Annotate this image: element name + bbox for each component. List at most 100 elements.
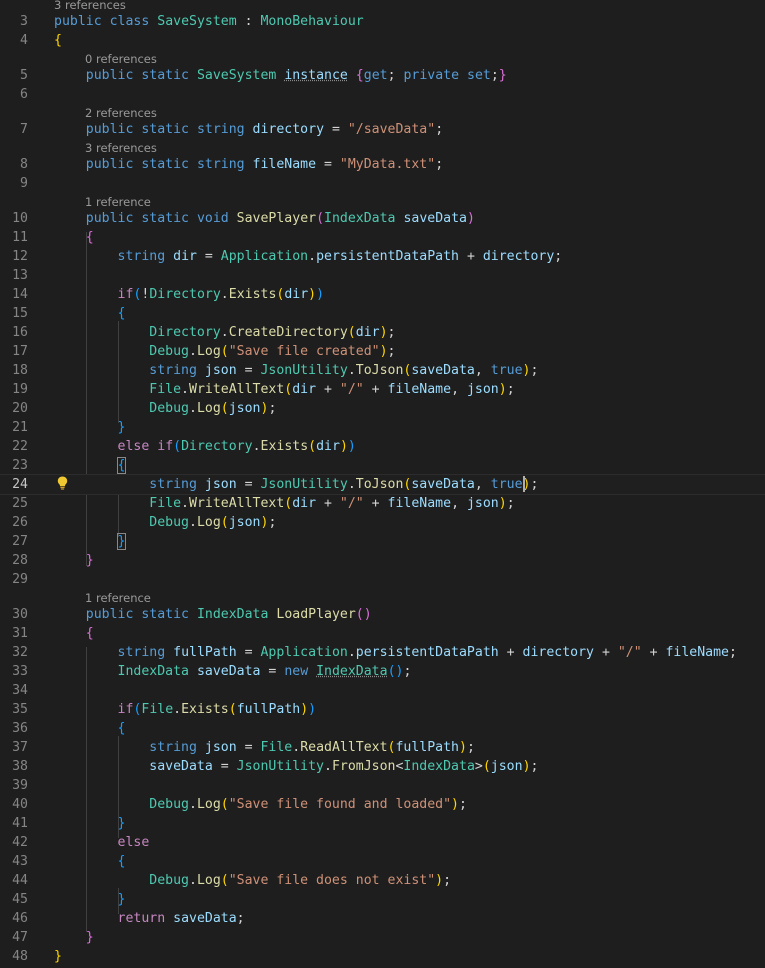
line-number[interactable]: 19 (0, 380, 28, 399)
line-number[interactable]: 45 (0, 890, 28, 909)
codelens-references[interactable]: 1 reference (0, 590, 765, 606)
code-line[interactable]: 14 if(!Directory.Exists(dir)) (0, 285, 765, 304)
code-line[interactable]: 40 Debug.Log("Save file found and loaded… (0, 795, 765, 814)
code-line[interactable]: 11 { (0, 228, 765, 247)
code-line[interactable]: 3 public class SaveSystem : MonoBehaviour (0, 12, 765, 31)
line-number[interactable]: 8 (0, 155, 28, 174)
code-line[interactable]: 33 IndexData saveData = new IndexData(); (0, 662, 765, 681)
line-number[interactable]: 47 (0, 928, 28, 947)
line-number[interactable]: 30 (0, 605, 28, 624)
line-number[interactable]: 33 (0, 662, 28, 681)
codelens-references[interactable]: 0 references (0, 51, 765, 67)
line-number[interactable]: 16 (0, 323, 28, 342)
code-line[interactable]: 16 Directory.CreateDirectory(dir); (0, 323, 765, 342)
line-number[interactable]: 11 (0, 228, 28, 247)
code-line[interactable]: 25 File.WriteAllText(dir + "/" + fileNam… (0, 494, 765, 513)
lightbulb-icon[interactable] (57, 476, 68, 490)
code-line[interactable]: 32 string fullPath = Application.persist… (0, 643, 765, 662)
line-number[interactable]: 7 (0, 120, 28, 139)
code-line[interactable]: 41 } (0, 814, 765, 833)
line-number[interactable]: 37 (0, 738, 28, 757)
line-number[interactable]: 28 (0, 551, 28, 570)
code-line[interactable]: 44 Debug.Log("Save file does not exist")… (0, 871, 765, 890)
codelens-references[interactable]: 3 references (0, 140, 765, 156)
code-line[interactable]: 26 Debug.Log(json); (0, 513, 765, 532)
code-line[interactable]: 7 public static string directory = "/sav… (0, 120, 765, 139)
code-line[interactable]: 9 (0, 174, 765, 193)
code-line[interactable]: 19 File.WriteAllText(dir + "/" + fileNam… (0, 380, 765, 399)
code-line[interactable]: 37 string json = File.ReadAllText(fullPa… (0, 738, 765, 757)
code-line[interactable]: 31 { (0, 624, 765, 643)
code-line[interactable]: 29 (0, 570, 765, 589)
line-number[interactable]: 15 (0, 304, 28, 323)
line-number[interactable]: 46 (0, 909, 28, 928)
code-line[interactable]: 24 string json = JsonUtility.ToJson(save… (0, 474, 765, 495)
code-line[interactable]: 27 } (0, 532, 765, 551)
code-editor[interactable]: 3 references 0 references 2 references 3… (0, 0, 765, 968)
codelens-references[interactable]: 2 references (0, 105, 765, 121)
line-number[interactable]: 27 (0, 532, 28, 551)
code-line[interactable]: 38 saveData = JsonUtility.FromJson<Index… (0, 757, 765, 776)
line-number[interactable]: 31 (0, 624, 28, 643)
line-number[interactable]: 18 (0, 361, 28, 380)
line-number[interactable]: 5 (0, 66, 28, 85)
line-number[interactable]: 44 (0, 871, 28, 890)
code-line[interactable]: 15 { (0, 304, 765, 323)
line-number[interactable]: 42 (0, 833, 28, 852)
line-number[interactable]: 9 (0, 174, 28, 193)
line-number[interactable]: 21 (0, 418, 28, 437)
code-line[interactable]: 8 public static string fileName = "MyDat… (0, 155, 765, 174)
code-line[interactable]: 28 } (0, 551, 765, 570)
line-number[interactable]: 29 (0, 570, 28, 589)
line-number[interactable]: 38 (0, 757, 28, 776)
code-line[interactable]: 5 public static SaveSystem instance {get… (0, 66, 765, 85)
line-number[interactable]: 48 (0, 947, 28, 966)
line-number[interactable]: 17 (0, 342, 28, 361)
code-line[interactable]: 36 { (0, 719, 765, 738)
line-number[interactable]: 20 (0, 399, 28, 418)
code-line[interactable]: 34 (0, 681, 765, 700)
line-number[interactable]: 26 (0, 513, 28, 532)
line-number[interactable]: 4 (0, 31, 28, 50)
line-number[interactable]: 23 (0, 456, 28, 475)
code-line[interactable]: 13 (0, 266, 765, 285)
line-number[interactable]: 35 (0, 700, 28, 719)
code-line[interactable]: 21 } (0, 418, 765, 437)
line-number[interactable]: 22 (0, 437, 28, 456)
code-text: else (54, 833, 150, 852)
code-line[interactable]: 23 { (0, 456, 765, 475)
code-line[interactable]: 45 } (0, 890, 765, 909)
code-line[interactable]: 6 (0, 85, 765, 104)
line-number[interactable]: 13 (0, 266, 28, 285)
line-number[interactable]: 25 (0, 494, 28, 513)
code-line[interactable]: 22 else if(Directory.Exists(dir)) (0, 437, 765, 456)
line-number[interactable]: 32 (0, 643, 28, 662)
line-number[interactable]: 36 (0, 719, 28, 738)
code-line[interactable]: 48} (0, 947, 765, 966)
code-line[interactable]: 42 else (0, 833, 765, 852)
line-number[interactable]: 39 (0, 776, 28, 795)
line-number[interactable]: 43 (0, 852, 28, 871)
code-line[interactable]: 39 (0, 776, 765, 795)
line-number[interactable]: 14 (0, 285, 28, 304)
code-line[interactable]: 43 { (0, 852, 765, 871)
line-number[interactable]: 24 (0, 475, 28, 494)
code-line[interactable]: 12 string dir = Application.persistentDa… (0, 247, 765, 266)
line-number[interactable]: 10 (0, 209, 28, 228)
code-line[interactable]: 35 if(File.Exists(fullPath)) (0, 700, 765, 719)
line-number[interactable]: 41 (0, 814, 28, 833)
code-line[interactable]: 20 Debug.Log(json); (0, 399, 765, 418)
line-number[interactable]: 6 (0, 85, 28, 104)
code-line[interactable]: 10 public static void SavePlayer(IndexDa… (0, 209, 765, 228)
codelens-references[interactable]: 1 reference (0, 194, 765, 210)
code-line[interactable]: 30 public static IndexData LoadPlayer() (0, 605, 765, 624)
line-number[interactable]: 12 (0, 247, 28, 266)
code-line[interactable]: 18 string json = JsonUtility.ToJson(save… (0, 361, 765, 380)
line-number[interactable]: 34 (0, 681, 28, 700)
code-line[interactable]: 4{ (0, 31, 765, 50)
code-line[interactable]: 47 } (0, 928, 765, 947)
code-line[interactable]: 17 Debug.Log("Save file created"); (0, 342, 765, 361)
code-line[interactable]: 46 return saveData; (0, 909, 765, 928)
line-number[interactable]: 3 (0, 12, 28, 31)
line-number[interactable]: 40 (0, 795, 28, 814)
